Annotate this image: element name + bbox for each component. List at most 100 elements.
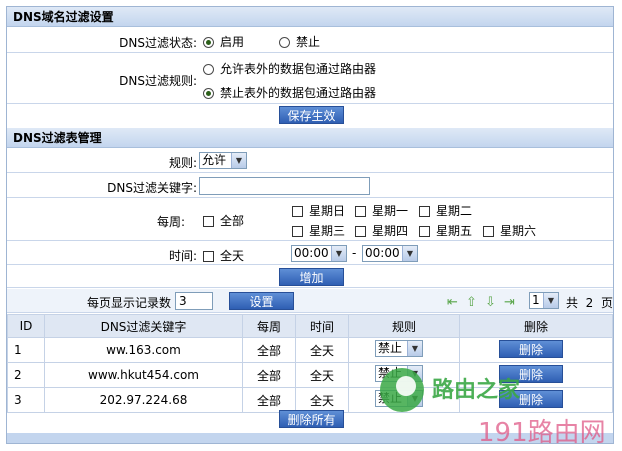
page-select[interactable]: 1 ▼ xyxy=(529,292,559,309)
filter-rule-select[interactable]: 允许 ▼ xyxy=(199,152,247,169)
watermark-site-text: 191路由网 xyxy=(478,418,606,448)
cell-keyword: ww.163.com xyxy=(44,337,243,363)
day-sat-checkbox[interactable] xyxy=(483,226,494,237)
day-mon-checkbox[interactable] xyxy=(355,206,366,217)
col-header-time: 时间 xyxy=(295,314,349,338)
dns-filter-panel: DNS域名过滤设置 DNS过滤状态: 启用 禁止 DNS过滤规则: 允许表外的数… xyxy=(6,6,614,444)
day-wed-checkbox[interactable] xyxy=(292,226,303,237)
total-pages: 2 xyxy=(585,296,594,310)
keyword-row: DNS过滤关键字: xyxy=(7,174,613,198)
status-enable-radio[interactable] xyxy=(203,37,214,48)
day-sun-option[interactable]: 星期日 xyxy=(292,202,345,219)
allday-option[interactable]: 全天 xyxy=(203,247,244,264)
per-page-input[interactable]: 3 xyxy=(175,292,213,310)
day-sun-text: 星期日 xyxy=(309,204,346,218)
col-header-week: 每周 xyxy=(242,314,296,338)
per-page-label: 每页显示记录数 xyxy=(87,296,172,310)
page-value: 1 xyxy=(532,293,540,307)
day-wed-text: 星期三 xyxy=(309,224,346,238)
total-prefix: 共 xyxy=(566,296,579,310)
cell-id: 1 xyxy=(7,337,45,363)
day-fri-text: 星期五 xyxy=(436,224,473,238)
status-row: DNS过滤状态: 启用 禁止 xyxy=(7,28,613,53)
table-row: 1 ww.163.com 全部 全天 禁止 ▼ 删除 xyxy=(7,337,613,363)
filter-rule-value: 允许 xyxy=(202,153,227,167)
cell-keyword: www.hkut454.com xyxy=(44,362,243,388)
row-rule-value: 禁止 xyxy=(378,341,403,355)
time-from-select[interactable]: 00:00 ▼ xyxy=(291,245,347,262)
allday-checkbox[interactable] xyxy=(203,251,214,262)
filter-rule-label: 规则: xyxy=(168,156,197,170)
chevron-down-icon[interactable]: ▼ xyxy=(407,341,422,356)
status-disable-text: 禁止 xyxy=(296,35,321,49)
col-header-rule: 规则 xyxy=(348,314,460,338)
day-sat-option[interactable]: 星期六 xyxy=(483,222,536,239)
chevron-down-icon[interactable]: ▼ xyxy=(543,293,558,308)
row-rule-select[interactable]: 禁止 ▼ xyxy=(375,340,423,357)
delete-all-button[interactable]: 删除所有 xyxy=(279,410,344,428)
status-disable-radio[interactable] xyxy=(279,37,290,48)
status-enable-option[interactable]: 启用 xyxy=(203,33,244,50)
watermark-logo-text: 路由之家 xyxy=(432,378,521,403)
day-mon-option[interactable]: 星期一 xyxy=(355,202,408,219)
save-row: 保存生效 xyxy=(7,105,613,127)
filter-table: ID DNS过滤关键字 每周 时间 规则 删除 1 ww.163.com 全部 … xyxy=(7,314,613,413)
delete-row-button[interactable]: 删除 xyxy=(499,340,563,358)
rule-allow-radio[interactable] xyxy=(203,64,214,75)
day-thu-text: 星期四 xyxy=(372,224,409,238)
day-mon-text: 星期一 xyxy=(372,204,409,218)
time-to-value: 00:00 xyxy=(365,246,400,260)
day-fri-checkbox[interactable] xyxy=(419,226,430,237)
set-button[interactable]: 设置 xyxy=(229,292,294,310)
keyword-input[interactable] xyxy=(199,177,370,195)
chevron-down-icon[interactable]: ▼ xyxy=(231,153,246,168)
day-fri-option[interactable]: 星期五 xyxy=(419,222,472,239)
add-button[interactable]: 增加 xyxy=(279,268,344,286)
day-tue-text: 星期二 xyxy=(436,204,473,218)
next-page-icon[interactable]: ⇩ xyxy=(485,296,499,309)
time-to-select[interactable]: 00:00 ▼ xyxy=(362,245,418,262)
day-tue-option[interactable]: 星期二 xyxy=(419,202,472,219)
day-tue-checkbox[interactable] xyxy=(419,206,430,217)
chevron-down-icon[interactable]: ▼ xyxy=(402,246,417,261)
page-nav: ⇤ ⇧ ⇩ ⇥ xyxy=(447,295,523,309)
prev-page-icon[interactable]: ⇧ xyxy=(466,296,480,309)
cell-rule: 禁止 ▼ xyxy=(348,337,460,363)
rule-deny-text: 禁止表外的数据包通过路由器 xyxy=(220,86,377,100)
week-all-text: 全部 xyxy=(220,214,245,228)
status-disable-option[interactable]: 禁止 xyxy=(279,33,320,50)
chevron-down-icon[interactable]: ▼ xyxy=(331,246,346,261)
add-row: 增加 xyxy=(7,266,613,288)
day-sun-checkbox[interactable] xyxy=(292,206,303,217)
last-page-icon[interactable]: ⇥ xyxy=(504,296,518,309)
cell-week: 全部 xyxy=(242,362,296,388)
week-all-option[interactable]: 全部 xyxy=(203,212,244,229)
filter-rule-row: 规则: 允许 ▼ xyxy=(7,149,613,173)
total-pages-text: 共 2 页 xyxy=(566,294,613,311)
col-header-id: ID xyxy=(7,314,45,338)
rule-deny-option[interactable]: 禁止表外的数据包通过路由器 xyxy=(203,84,376,101)
table-row: 2 www.hkut454.com 全部 全天 禁止▼ 删除 xyxy=(7,362,613,388)
week-label: 每周: xyxy=(156,215,185,229)
rule-row: DNS过滤规则: 允许表外的数据包通过路由器 禁止表外的数据包通过路由器 xyxy=(7,54,613,104)
day-thu-checkbox[interactable] xyxy=(355,226,366,237)
time-row: 时间: 全天 00:00 ▼ - 00:00 ▼ xyxy=(7,242,613,265)
rule-deny-radio[interactable] xyxy=(203,88,214,99)
day-thu-option[interactable]: 星期四 xyxy=(355,222,408,239)
allday-text: 全天 xyxy=(220,249,245,263)
day-wed-option[interactable]: 星期三 xyxy=(292,222,345,239)
save-button[interactable]: 保存生效 xyxy=(279,106,344,124)
cell-time: 全天 xyxy=(295,362,349,388)
time-label: 时间: xyxy=(168,249,197,263)
pager-row: 每页显示记录数 3 设置 ⇤ ⇧ ⇩ ⇥ 1 ▼ 共 2 页 xyxy=(7,289,613,313)
section-title-dns-filter-settings: DNS域名过滤设置 xyxy=(7,7,613,27)
rule-allow-option[interactable]: 允许表外的数据包通过路由器 xyxy=(203,60,376,77)
table-header-row: ID DNS过滤关键字 每周 时间 规则 删除 xyxy=(7,314,613,338)
section-title-dns-filter-table: DNS过滤表管理 xyxy=(7,128,613,148)
week-all-checkbox[interactable] xyxy=(203,216,214,227)
cell-time: 全天 xyxy=(295,337,349,363)
first-page-icon[interactable]: ⇤ xyxy=(447,296,461,309)
cell-week: 全部 xyxy=(242,337,296,363)
watermark-logo xyxy=(376,364,428,419)
col-header-keyword: DNS过滤关键字 xyxy=(44,314,243,338)
